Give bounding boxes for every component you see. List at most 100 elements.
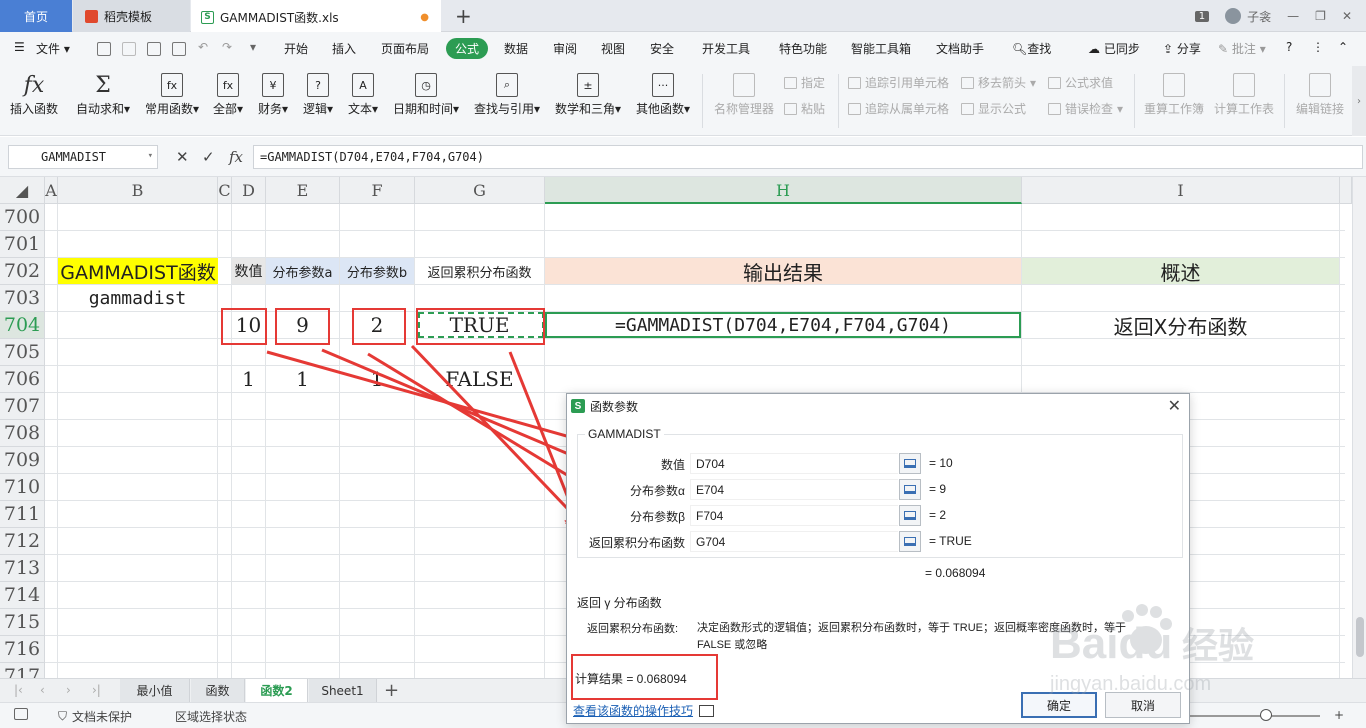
confirm-edit-icon[interactable]: ✓ (202, 148, 215, 166)
help-icon[interactable]: ? (1286, 40, 1292, 54)
name-manager-button[interactable]: 名称管理器 (714, 70, 774, 117)
dialog-close-icon[interactable]: ✕ (1168, 396, 1181, 416)
zoom-slider-handle[interactable] (1260, 709, 1272, 721)
sheet-tab-function[interactable]: 函数 (191, 679, 245, 702)
trace-precedents-button[interactable]: 追踪引用单元格 (848, 74, 949, 91)
cell-e706[interactable]: 1 (266, 366, 339, 392)
column-header-e[interactable]: E (266, 177, 340, 204)
row-header-716[interactable]: 716 (0, 636, 45, 663)
menu-file[interactable]: 文件 ▾ (36, 40, 70, 57)
column-header-b[interactable]: B (58, 177, 218, 204)
help-link[interactable]: 查看该函数的操作技巧 (573, 702, 715, 719)
math-functions-button[interactable]: ± 数学和三角▾ (555, 70, 621, 117)
menu-review[interactable]: 审阅 (553, 40, 577, 57)
new-tab-icon[interactable]: + (455, 4, 472, 28)
menu-search[interactable]: 🔍︎查找 (1012, 40, 1051, 57)
lookup-functions-button[interactable]: ⌕ 查找与引用▾ (474, 70, 540, 117)
row-header-715[interactable]: 715 (0, 609, 45, 636)
menu-page-layout[interactable]: 页面布局 (381, 40, 429, 57)
prev-sheet-icon[interactable]: ‹ (40, 683, 45, 697)
row-header-717[interactable]: 717 (0, 663, 45, 678)
tab-daoke-templates[interactable]: 稻壳模板 (73, 0, 190, 32)
cell-d704[interactable]: 10 (232, 312, 265, 338)
row-header-712[interactable]: 712 (0, 528, 45, 555)
range-picker-button[interactable] (899, 453, 921, 474)
other-functions-button[interactable]: ··· 其他函数▾ (636, 70, 690, 117)
tab-home[interactable]: 首页 (0, 0, 72, 32)
customize-icon[interactable]: ▾ (250, 40, 256, 54)
row-header-703[interactable]: 703 (0, 285, 45, 312)
last-sheet-icon[interactable]: ›| (92, 683, 101, 697)
cell-b703[interactable]: gammadist (58, 285, 217, 311)
cell-b702[interactable]: GAMMADIST函数 (58, 258, 218, 284)
cell-g704[interactable]: TRUE (415, 312, 544, 338)
edit-links-button[interactable]: 编辑链接 (1296, 70, 1344, 117)
export-icon[interactable] (122, 42, 136, 56)
cell-f706[interactable]: 1 (340, 366, 414, 392)
menu-start[interactable]: 开始 (284, 40, 308, 57)
row-header-705[interactable]: 705 (0, 339, 45, 366)
show-formulas-button[interactable]: 显示公式 (961, 100, 1026, 117)
menu-security[interactable]: 安全 (650, 40, 674, 57)
next-sheet-icon[interactable]: › (66, 683, 71, 697)
preview-icon[interactable] (172, 42, 186, 56)
row-header-708[interactable]: 708 (0, 420, 45, 447)
select-all-corner[interactable]: ◢ (0, 177, 45, 204)
first-sheet-icon[interactable]: |‹ (14, 683, 23, 697)
save-icon[interactable] (97, 42, 111, 56)
logic-functions-button[interactable]: ? 逻辑▾ (303, 70, 333, 117)
cell-d702[interactable]: 数值 (232, 258, 265, 284)
cell-g702[interactable]: 返回累积分布函数 (415, 258, 544, 284)
menu-developer[interactable]: 开发工具 (702, 40, 750, 57)
row-header-700[interactable]: 700 (0, 204, 45, 231)
menu-data[interactable]: 数据 (504, 40, 528, 57)
range-picker-button[interactable] (899, 479, 921, 500)
fx-icon[interactable]: fx (229, 148, 243, 166)
name-box[interactable]: GAMMADIST ▾ (8, 145, 158, 169)
argument-input-1[interactable]: E704 (690, 479, 898, 500)
specify-button[interactable]: 指定 (784, 74, 825, 91)
comment-button[interactable]: ✎ 批注 ▾ (1218, 40, 1266, 57)
cell-f704[interactable]: 2 (340, 312, 414, 338)
text-functions-button[interactable]: A 文本▾ (348, 70, 378, 117)
argument-input-3[interactable]: G704 (690, 531, 898, 552)
column-header-h[interactable]: H (545, 177, 1022, 204)
argument-input-0[interactable]: D704 (690, 453, 898, 474)
column-header-a[interactable]: A (45, 177, 58, 204)
menu-toolbox[interactable]: 智能工具箱 (851, 40, 911, 57)
recalc-workbook-button[interactable]: 重算工作簿 (1144, 70, 1204, 117)
row-header-704[interactable]: 704 (0, 312, 45, 339)
cell-h704[interactable]: =GAMMADIST(D704,E704,F704,G704) (545, 312, 1021, 338)
row-header-714[interactable]: 714 (0, 582, 45, 609)
menu-view[interactable]: 视图 (601, 40, 625, 57)
argument-input-2[interactable]: F704 (690, 505, 898, 526)
row-header-710[interactable]: 710 (0, 474, 45, 501)
menu-insert[interactable]: 插入 (332, 40, 356, 57)
finance-functions-button[interactable]: ¥ 财务▾ (258, 70, 288, 117)
formula-input[interactable]: =GAMMADIST(D704,E704,F704,G704) (253, 145, 1363, 169)
window-count-badge[interactable]: 1 (1194, 10, 1210, 22)
row-header-713[interactable]: 713 (0, 555, 45, 582)
tab-document[interactable]: S GAMMADIST函数.xls ● (191, 0, 441, 32)
common-functions-button[interactable]: fx 常用函数▾ (145, 70, 199, 117)
paste-name-button[interactable]: 粘贴 (784, 100, 825, 117)
sheet-tab-function2[interactable]: 函数2 (246, 679, 308, 702)
row-header-707[interactable]: 707 (0, 393, 45, 420)
ribbon-scroll-right-icon[interactable]: › (1352, 66, 1366, 136)
row-header-701[interactable]: 701 (0, 231, 45, 258)
add-sheet-icon[interactable]: + (384, 680, 399, 701)
column-header-f[interactable]: F (340, 177, 415, 204)
column-header-g[interactable]: G (415, 177, 545, 204)
scrollbar-thumb[interactable] (1356, 617, 1364, 657)
hamburger-icon[interactable]: ☰ (14, 40, 25, 54)
calc-sheet-button[interactable]: 计算工作表 (1214, 70, 1274, 117)
autosum-button[interactable]: Σ 自动求和▾ (76, 70, 130, 117)
sheet-tab-min[interactable]: 最小值 (120, 679, 190, 702)
vertical-scrollbar[interactable] (1352, 177, 1366, 678)
sheet-tab-sheet1[interactable]: Sheet1 (309, 679, 377, 702)
minimize-icon[interactable]: — (1287, 9, 1299, 23)
datetime-functions-button[interactable]: ◷ 日期和时间▾ (393, 70, 459, 117)
print-icon[interactable] (147, 42, 161, 56)
column-header-c[interactable]: C (218, 177, 232, 204)
menu-features[interactable]: 特色功能 (779, 40, 827, 57)
